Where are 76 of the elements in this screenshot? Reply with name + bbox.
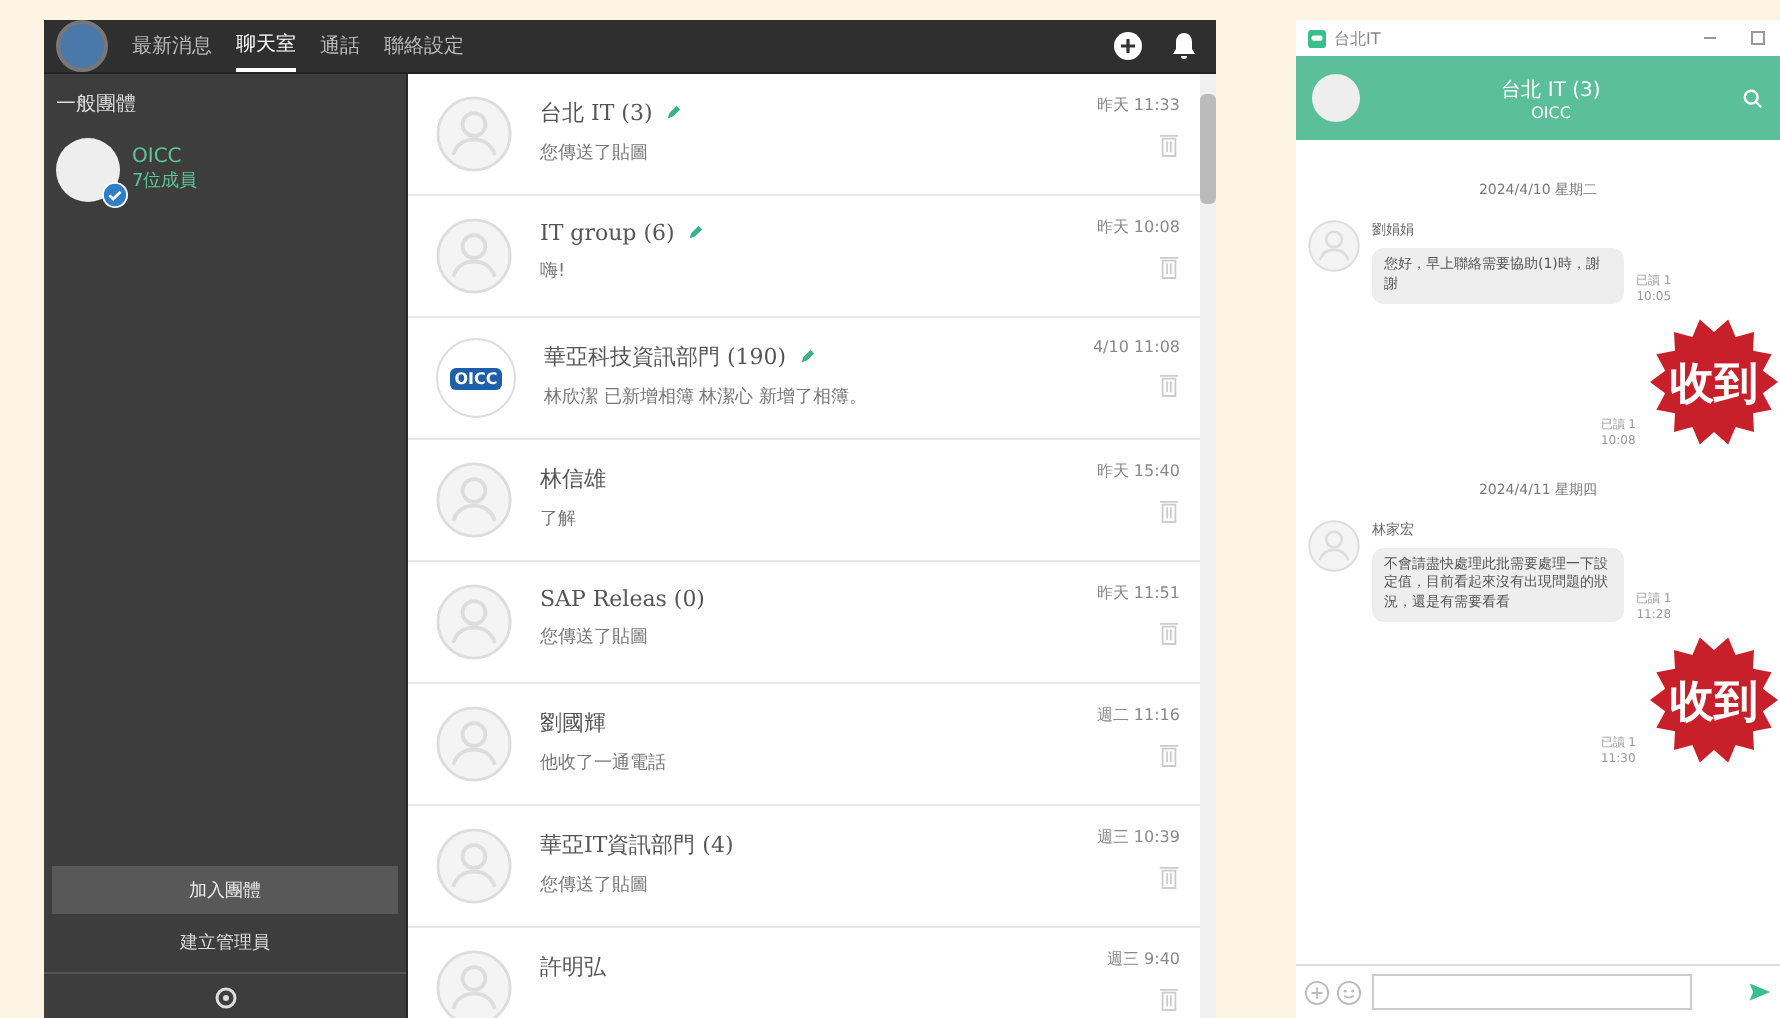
group-logo: OICC — [436, 338, 516, 418]
app-icon — [1308, 29, 1326, 47]
chat-time: 昨天 11:51 — [1096, 582, 1180, 604]
avatar-icon — [436, 218, 512, 294]
chat-row[interactable]: SAP Releas (0) 您傳送了貼圖 昨天 11:51 — [408, 562, 1200, 684]
search-icon[interactable] — [1742, 87, 1764, 109]
avatar-icon — [436, 828, 512, 904]
trash-icon[interactable] — [1158, 498, 1180, 524]
chat-time: 昨天 10:08 — [1096, 216, 1180, 238]
add-chat-icon[interactable] — [1112, 30, 1144, 62]
trash-icon[interactable] — [1158, 986, 1180, 1012]
nav-tab[interactable]: 最新消息 — [132, 22, 212, 70]
chat-row[interactable]: IT group (6) 嗨! 昨天 10:08 — [408, 196, 1200, 318]
group-avatar — [56, 138, 120, 202]
message-preview: 林欣潔 已新增相簿 林潔心 新增了相簿。 — [544, 385, 870, 410]
chat-time: 週二 11:16 — [1096, 704, 1180, 726]
chat-title: 台北 IT (3) — [1501, 77, 1601, 103]
section-heading: 一般團體 — [54, 92, 138, 120]
chat-row[interactable]: 林信雄 了解 昨天 15:40 — [408, 440, 1200, 562]
maximize-icon[interactable] — [1748, 28, 1768, 48]
avatar-icon — [1308, 220, 1360, 272]
message-preview: 他收了一通電話 — [540, 751, 668, 776]
avatar-icon — [436, 706, 512, 782]
avatar-icon — [436, 462, 512, 538]
sticker: 收到 — [1648, 633, 1780, 766]
join-group-button[interactable]: 加入團體 — [52, 866, 398, 914]
chat-name: 劉國輝 — [540, 708, 606, 738]
send-icon[interactable] — [1748, 980, 1772, 1004]
chat-name: 華亞IT資訊部門 (4) — [540, 830, 734, 860]
emoji-icon[interactable] — [1336, 979, 1362, 1005]
trash-icon[interactable] — [1158, 132, 1180, 158]
chat-row[interactable]: OICC 華亞科技資訊部門 (190) 林欣潔 已新增相簿 林潔心 新增了相簿。 4/10 11:08 — [408, 318, 1200, 440]
chat-row[interactable]: 許明弘 週三 9:40 — [408, 928, 1200, 1018]
chat-name: 台北 IT (3) — [540, 98, 653, 128]
message-preview: 您傳送了貼圖 — [540, 873, 650, 898]
chat-name: 林信雄 — [540, 464, 606, 494]
message-preview: 了解 — [540, 508, 578, 532]
message-preview: 您傳送了貼圖 — [540, 625, 650, 650]
chat-name: 華亞科技資訊部門 (190) — [544, 342, 787, 372]
manage-link[interactable]: 建立管理員 — [44, 914, 406, 974]
settings-icon[interactable] — [213, 986, 237, 1010]
group-item[interactable]: OICC 7位成員 — [44, 134, 406, 206]
chat-name: IT group (6) — [540, 220, 675, 246]
bell-icon[interactable] — [1168, 30, 1200, 62]
chat-subtitle: OICC — [1531, 103, 1571, 121]
trash-icon[interactable] — [1158, 254, 1180, 280]
chat-time: 週三 9:40 — [1106, 948, 1180, 970]
chat-time: 4/10 11:08 — [1092, 338, 1180, 356]
message-preview: 嗨! — [540, 259, 568, 284]
add-icon[interactable] — [1304, 979, 1330, 1005]
profile-avatar[interactable] — [56, 20, 108, 72]
chat-row[interactable]: 劉國輝 他收了一通電話 週二 11:16 — [408, 684, 1200, 806]
group-name: OICC — [132, 146, 184, 168]
chat-time: 昨天 11:33 — [1096, 94, 1180, 116]
chat-row[interactable]: 華亞IT資訊部門 (4) 您傳送了貼圖 週三 10:39 — [408, 806, 1200, 928]
member-count: 7位成員 — [132, 169, 198, 194]
trash-icon[interactable] — [1158, 864, 1180, 890]
trash-icon[interactable] — [1158, 742, 1180, 768]
avatar-icon — [436, 96, 512, 172]
message-input[interactable] — [1372, 974, 1692, 1010]
message-preview: 您傳送了貼圖 — [540, 141, 650, 166]
avatar-icon — [1308, 519, 1360, 572]
nav-tab[interactable]: 聯絡設定 — [384, 22, 464, 70]
nav-tab[interactable]: 通話 — [320, 22, 360, 70]
avatar-icon — [436, 584, 512, 660]
sticker: 收到 — [1648, 315, 1780, 448]
group-avatar — [1312, 74, 1360, 122]
chat-name: SAP Releas (0) — [540, 586, 705, 612]
chat-name: 許明弘 — [540, 952, 606, 982]
trash-icon[interactable] — [1158, 620, 1180, 646]
chat-row[interactable]: 台北 IT (3) 您傳送了貼圖 昨天 11:33 — [408, 74, 1200, 196]
scrollbar[interactable] — [1200, 74, 1216, 1018]
chat-time: 週三 10:39 — [1096, 826, 1180, 848]
window-title: 台北IT — [1334, 27, 1381, 49]
chat-time: 昨天 15:40 — [1096, 460, 1180, 482]
trash-icon[interactable] — [1158, 372, 1180, 398]
